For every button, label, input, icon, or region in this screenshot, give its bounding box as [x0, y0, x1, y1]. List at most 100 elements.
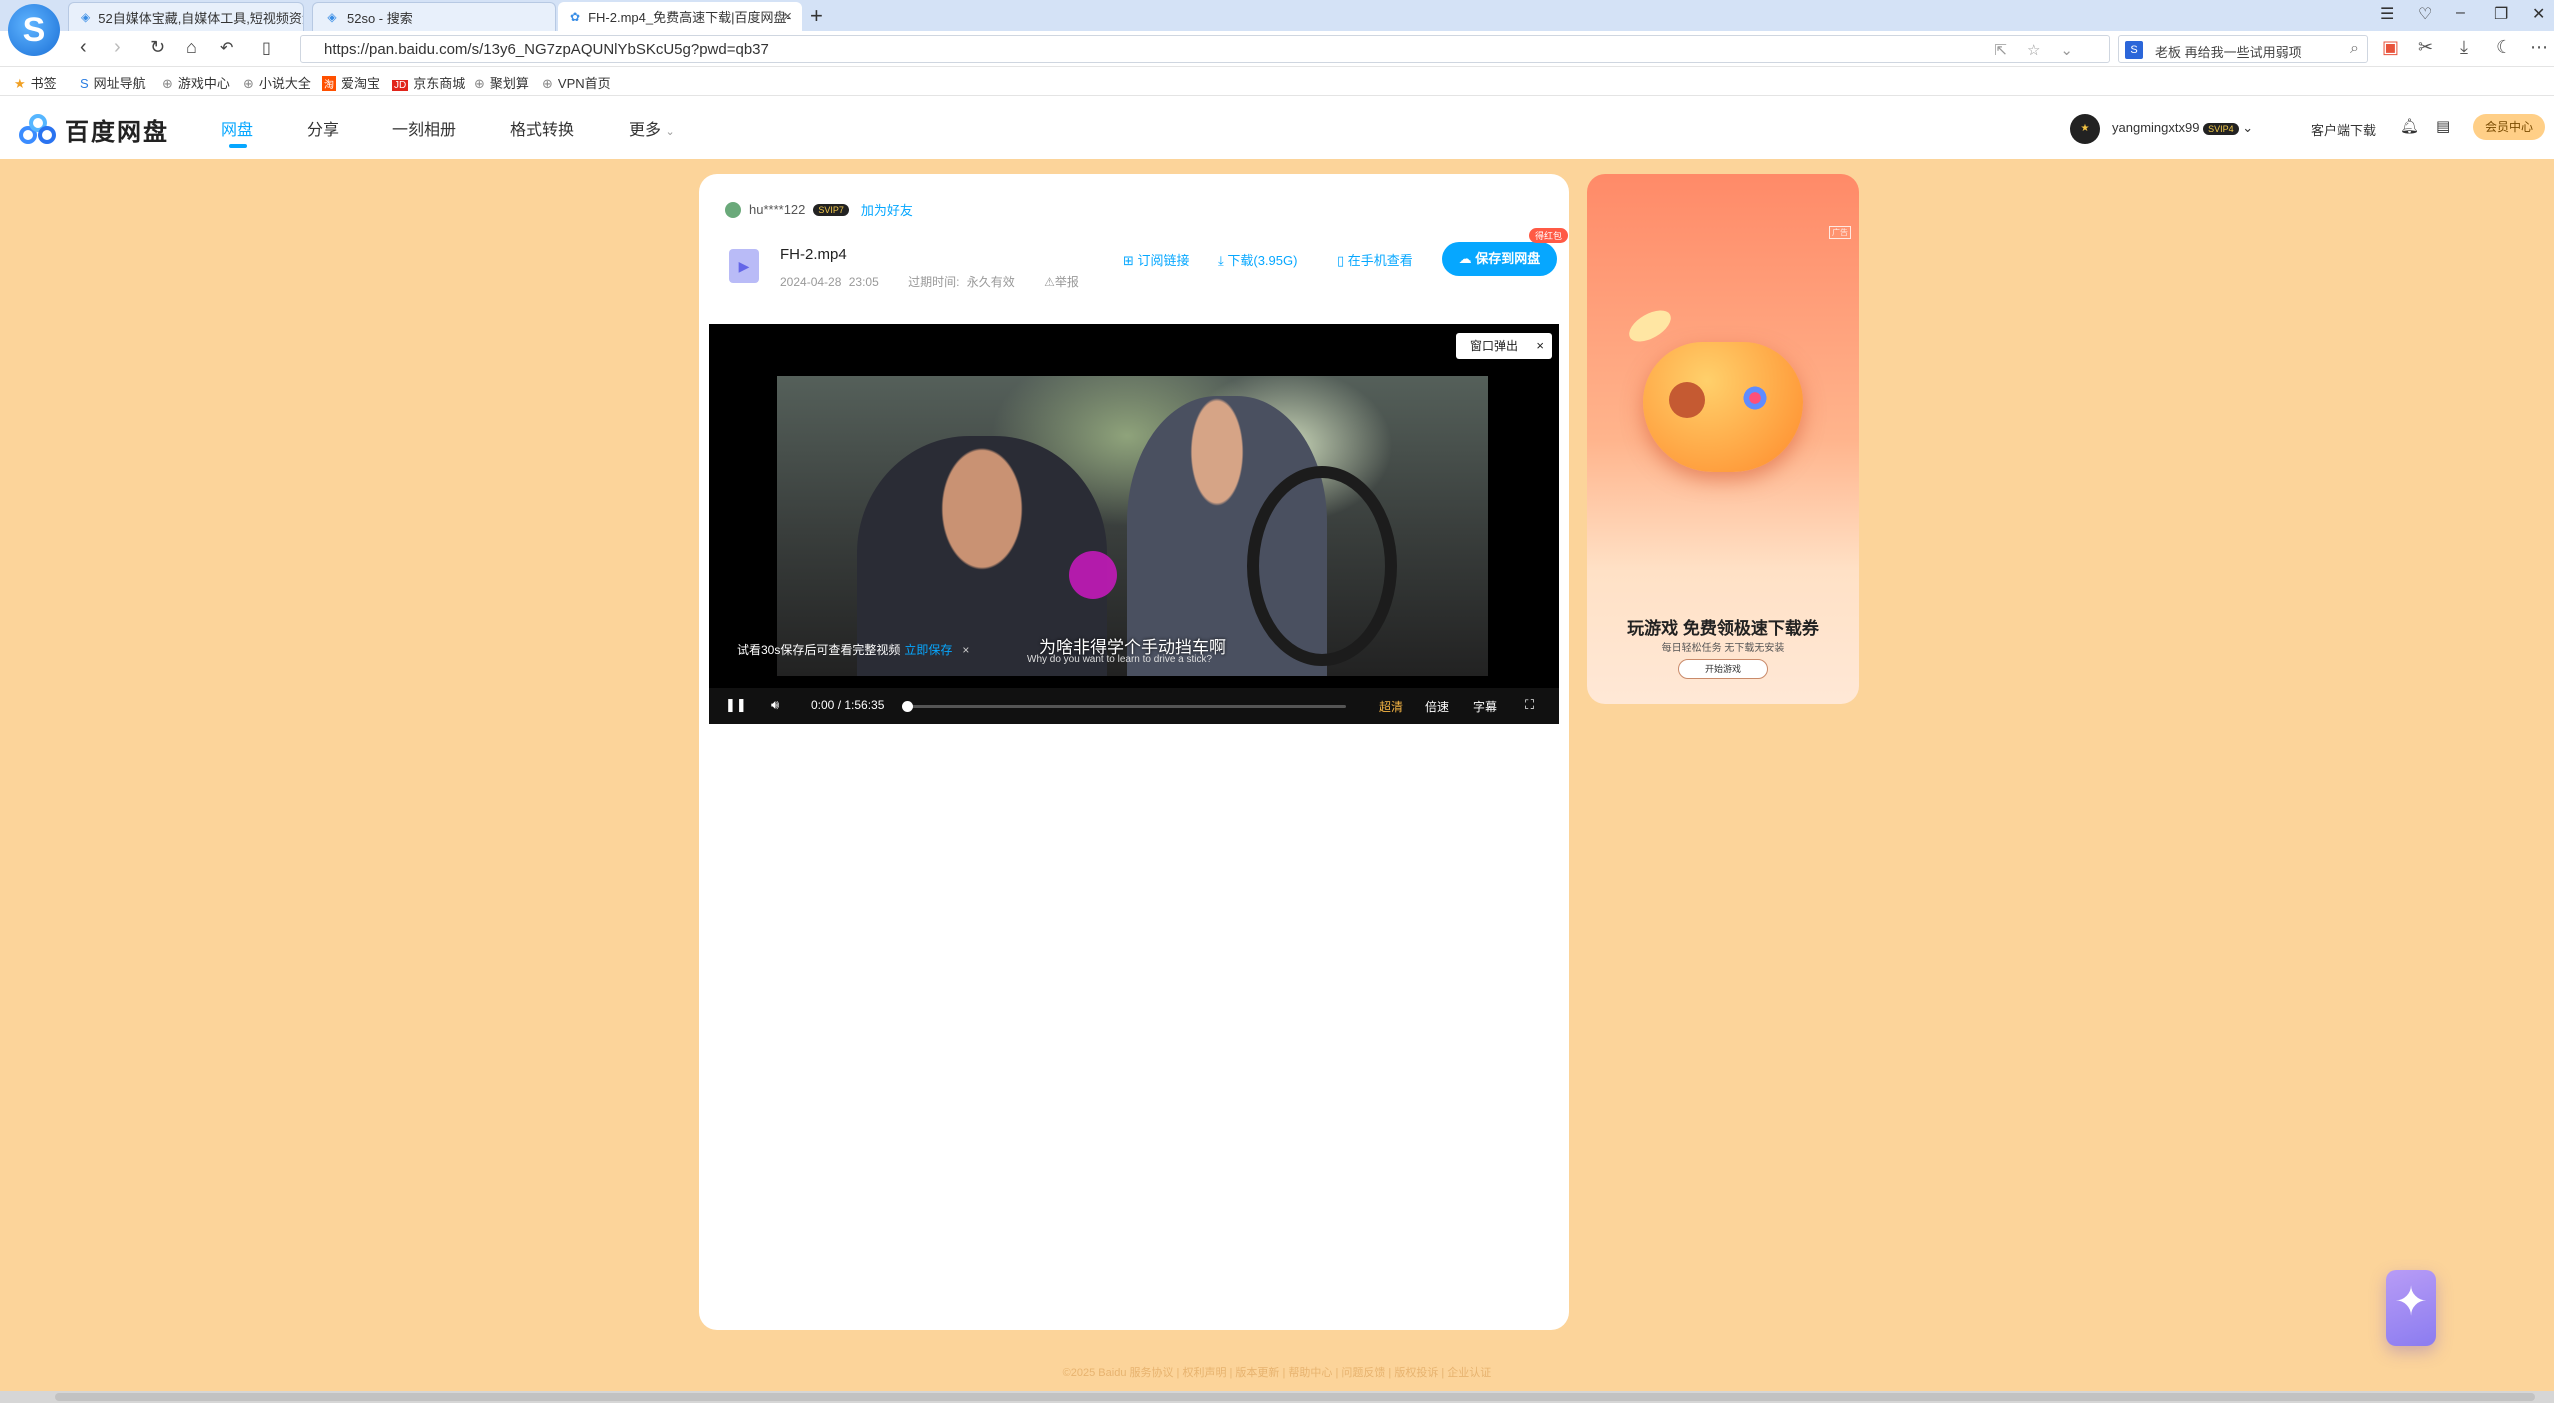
- video-frame: [777, 376, 1488, 676]
- reload-icon[interactable]: ↻: [150, 37, 165, 58]
- bookmark-item[interactable]: ⊕ 游戏中心: [162, 73, 230, 92]
- ad-title: 玩游戏 免费领极速下载券: [1627, 619, 1819, 638]
- tab-label: FH-2.mp4_免费高速下载|百度网盘-: [588, 10, 791, 25]
- vip-center-button[interactable]: 会员中心: [2473, 114, 2545, 140]
- screenshot-icon[interactable]: ✂: [2418, 37, 2433, 58]
- save-to-pan-button[interactable]: ☁ 保存到网盘: [1442, 242, 1557, 276]
- close-tab-icon[interactable]: ×: [783, 8, 792, 25]
- mouse-cursor-highlight: [1069, 551, 1117, 599]
- scrollbar-thumb[interactable]: [55, 1393, 2535, 1401]
- bell-icon[interactable]: 🔔︎: [2400, 117, 2419, 135]
- close-icon[interactable]: ×: [1536, 333, 1544, 359]
- cloud-icon: ☁: [1458, 251, 1472, 266]
- user-menu[interactable]: yangmingxtx99 SVIP4 ⌄: [2112, 120, 2253, 136]
- site-header: 百度网盘 网盘 分享 一刻相册 格式转换 更多 ⌄ ★ yangmingxtx9…: [0, 96, 2554, 159]
- user-avatar[interactable]: ★: [2070, 114, 2100, 144]
- chevron-down-icon: ⌄: [665, 126, 675, 138]
- search-engine-icon[interactable]: S: [2125, 41, 2143, 59]
- skin-icon[interactable]: ♡: [2418, 4, 2432, 24]
- nav-share[interactable]: 分享: [307, 116, 339, 140]
- browser-tab-strip: S ◈ 52自媒体宝藏,自媒体工具,短视频资源 ◈ 52so - 搜索 ✿ FH…: [0, 0, 2554, 56]
- address-bar[interactable]: https://pan.baidu.com/s/13y6_NG7zpAQUNlY…: [300, 35, 2110, 63]
- phone-icon: ▯: [1337, 253, 1345, 268]
- video-steering-wheel: [1247, 466, 1397, 666]
- minimize-icon[interactable]: –: [2456, 4, 2465, 22]
- quality-selector[interactable]: 超清: [1379, 698, 1403, 715]
- share-card: hu****122 SVIP7 加为好友 ▶ FH-2.mp4 2024-04-…: [699, 174, 1569, 1330]
- speed-selector[interactable]: 倍速: [1425, 698, 1449, 715]
- back-icon[interactable]: ‹: [80, 36, 87, 59]
- view-on-phone-button[interactable]: ▯ 在手机查看: [1337, 250, 1413, 269]
- browser-toolbar: ‹ › ↻ ⌂ ↶ ▯ https://pan.baidu.com/s/13y6…: [0, 31, 2554, 67]
- tab-52zimeiti[interactable]: ◈ 52自媒体宝藏,自媒体工具,短视频资源: [68, 2, 304, 31]
- video-player[interactable]: 为啥非得学个手动挡车啊 Why do you want to learn to …: [709, 324, 1559, 724]
- captions-selector[interactable]: 字幕: [1473, 698, 1497, 715]
- sogou-browser-logo-icon[interactable]: S: [8, 4, 60, 56]
- baidu-pan-favicon-icon: ✿: [570, 9, 581, 24]
- clipboard-icon[interactable]: ▤: [2436, 117, 2450, 135]
- forward-icon[interactable]: ›: [114, 36, 121, 59]
- close-window-icon[interactable]: ✕: [2532, 4, 2545, 24]
- nav-more[interactable]: 更多 ⌄: [629, 116, 675, 140]
- horizontal-scrollbar[interactable]: [0, 1391, 2554, 1403]
- progress-knob[interactable]: [902, 701, 913, 712]
- globe-icon: ⊕: [162, 76, 173, 91]
- tab-52so-search[interactable]: ◈ 52so - 搜索: [312, 2, 556, 31]
- dropdown-icon[interactable]: ⌄: [2060, 42, 2093, 59]
- footer-links[interactable]: ©2025 Baidu 服务协议 | 权利声明 | 版本更新 | 帮助中心 | …: [0, 1364, 2554, 1380]
- client-download-link[interactable]: 客户端下载: [2311, 120, 2376, 139]
- volume-icon[interactable]: 🔊︎: [771, 697, 779, 713]
- share-page-icon[interactable]: ⇱: [1994, 42, 2027, 59]
- new-tab-button[interactable]: +: [810, 3, 823, 29]
- close-notice-icon[interactable]: ×: [962, 643, 969, 657]
- reader-icon[interactable]: ▯: [262, 38, 271, 58]
- more-icon[interactable]: ⋯: [2530, 37, 2548, 58]
- sharer-avatar[interactable]: [725, 201, 741, 218]
- bookmark-item[interactable]: 淘爱淘宝: [322, 73, 380, 92]
- translate-icon[interactable]: ▣: [2382, 37, 2399, 58]
- player-control-bar: ❚❚ 🔊︎ 0:00 / 1:56:35 超清 倍速 字幕 ⛶: [709, 688, 1559, 724]
- bookmark-item[interactable]: ⊕ 小说大全: [243, 73, 311, 92]
- bookmark-item[interactable]: ⊕ 聚划算: [474, 73, 529, 92]
- browser-search-box[interactable]: S 老板 再给我一些试用弱项 ⌕: [2118, 35, 2368, 63]
- file-name: FH-2.mp4: [780, 246, 847, 263]
- nav-format-convert[interactable]: 格式转换: [510, 116, 574, 140]
- download-button[interactable]: ⤓ 下载(3.95G): [1218, 250, 1297, 269]
- fullscreen-icon[interactable]: ⛶: [1525, 697, 1534, 713]
- svip-badge: SVIP7: [813, 203, 849, 216]
- search-icon[interactable]: ⌕: [2350, 40, 2359, 58]
- popout-window-button[interactable]: 窗口弹出 ×: [1456, 333, 1552, 359]
- bookmark-item[interactable]: JD 京东商城: [392, 73, 465, 92]
- report-icon: ⚠: [1044, 275, 1055, 289]
- ad-tag: 广告: [1829, 226, 1851, 239]
- download-icon: ⤓: [1218, 253, 1224, 268]
- save-now-link[interactable]: 立即保存: [904, 643, 952, 657]
- bookmark-item[interactable]: ★ 书签: [14, 73, 57, 92]
- report-link[interactable]: ⚠举报: [1044, 275, 1079, 289]
- rocket-icon: [1624, 304, 1676, 348]
- undo-close-icon[interactable]: ↶: [220, 38, 233, 58]
- add-friend-link[interactable]: 加为好友: [861, 200, 913, 219]
- night-mode-icon[interactable]: ☾: [2496, 37, 2512, 58]
- globe-icon: ⊕: [474, 76, 485, 91]
- progress-bar[interactable]: [902, 701, 1346, 712]
- download-icon[interactable]: ⤓: [2460, 37, 2468, 58]
- nav-wangpan[interactable]: 网盘: [221, 116, 253, 148]
- start-game-button[interactable]: 开始游戏: [1678, 659, 1768, 679]
- ad-banner[interactable]: 广告 玩游戏 免费领极速下载券 每日轻松任务 无下载无安装 开始游戏: [1587, 174, 1859, 704]
- url-text: https://pan.baidu.com/s/13y6_NG7zpAQUNlY…: [324, 41, 769, 58]
- subscribe-link-button[interactable]: ⊞ 订阅链接: [1123, 250, 1190, 269]
- nav-yike-album[interactable]: 一刻相册: [392, 116, 456, 140]
- tab-baidu-pan[interactable]: ✿ FH-2.mp4_免费高速下载|百度网盘- ×: [558, 2, 802, 31]
- subscribe-icon: ⊞: [1123, 253, 1134, 268]
- baidu-pan-logo[interactable]: 百度网盘: [19, 112, 169, 147]
- pause-icon[interactable]: ❚❚: [725, 697, 747, 713]
- bookmark-item[interactable]: S 网址导航: [80, 73, 146, 92]
- bookmark-item[interactable]: ⊕ VPN首页: [542, 73, 611, 92]
- shield-favicon-icon: ◈: [327, 10, 337, 24]
- restore-icon[interactable]: ❐: [2494, 4, 2508, 24]
- home-icon[interactable]: ⌂: [186, 37, 197, 58]
- bookmark-star-icon[interactable]: ☆: [2027, 42, 2060, 59]
- menu-icon[interactable]: ☰: [2380, 4, 2394, 24]
- floating-assistant-icon[interactable]: ✦: [2386, 1270, 2436, 1346]
